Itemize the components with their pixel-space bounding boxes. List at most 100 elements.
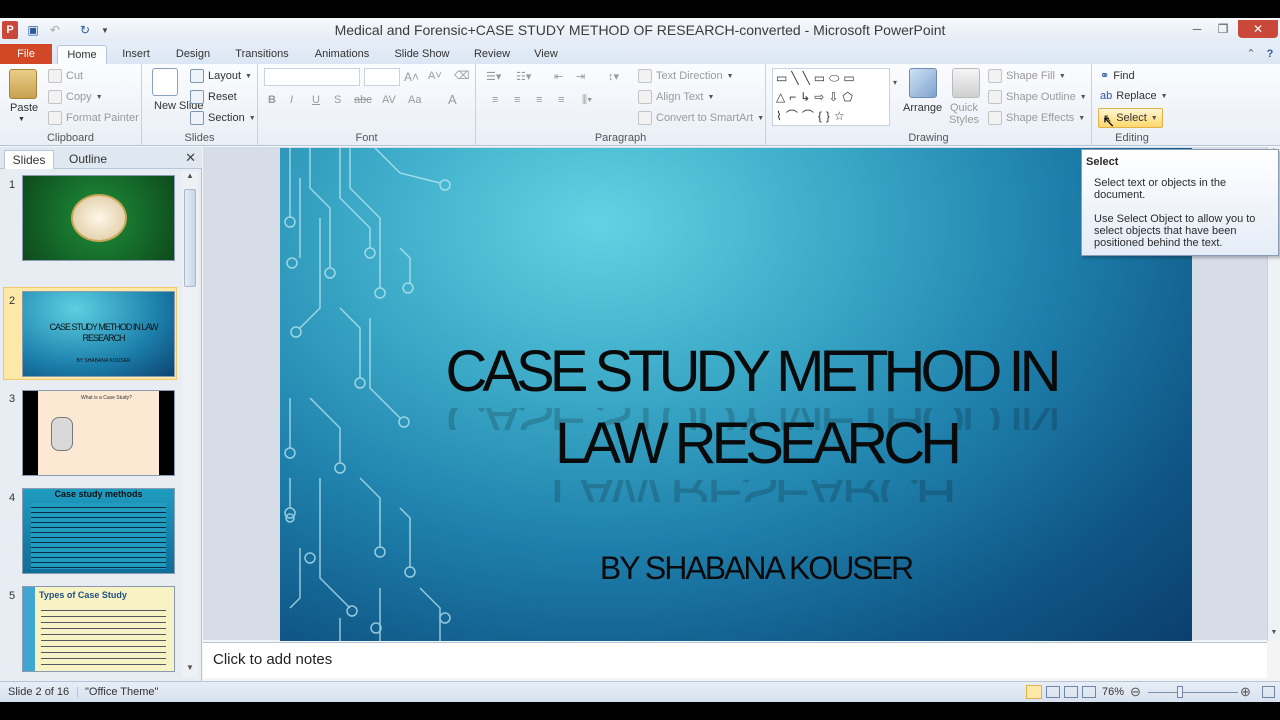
layout-label: Layout: [208, 70, 242, 82]
group-paragraph: ☰▾ ☷▾ ⇤ ⇥ ↕▾ ≡ ≡ ≡ ≡ ⫼▾ Text Direction ▼ …: [476, 64, 766, 146]
justify-icon[interactable]: ≡: [558, 94, 564, 106]
font-color-button[interactable]: A: [448, 92, 457, 107]
new-slide-icon[interactable]: [152, 68, 178, 96]
notes-pane[interactable]: Click to add notes: [203, 642, 1267, 678]
tab-animations[interactable]: Animations: [306, 45, 378, 64]
slides-pane-scrollbar[interactable]: ▲ ▼: [182, 171, 198, 677]
tab-file[interactable]: File: [0, 44, 52, 64]
shadow-button[interactable]: S: [334, 94, 341, 106]
quick-styles-icon[interactable]: [952, 68, 980, 98]
zoom-slider[interactable]: [1148, 692, 1238, 693]
line-spacing-icon[interactable]: ↕▾: [608, 70, 619, 83]
bullets-icon[interactable]: ☰▾: [486, 70, 501, 83]
arrange-button[interactable]: Arrange: [903, 102, 942, 114]
tab-insert[interactable]: Insert: [113, 45, 159, 64]
find-button[interactable]: ⚭ Find: [1100, 69, 1135, 83]
paste-dropdown-icon[interactable]: ▼: [18, 116, 25, 123]
slideshow-view-icon[interactable]: [1082, 686, 1096, 698]
underline-button[interactable]: U: [312, 94, 320, 106]
slide-thumb-1[interactable]: [22, 175, 175, 261]
normal-view-icon[interactable]: [1026, 685, 1042, 699]
group-drawing: ▭╲╲▭⬭▭ △⌐↳⇨⇩⬠ ⌇⌒⌒{}☆ ▾ Arrange Quick Style…: [766, 64, 1092, 146]
slide-thumb-2[interactable]: CASE STUDY METHOD IN LAW RESEARCH BY SHA…: [22, 291, 175, 377]
bold-button[interactable]: B: [268, 94, 276, 106]
current-slide[interactable]: CASE STUDY METHOD IN CASE STUDY METHOD I…: [280, 148, 1192, 641]
slide-sorter-icon[interactable]: [1046, 686, 1060, 698]
slide-thumb-3[interactable]: What is a Case Study?: [22, 390, 175, 476]
change-case-button[interactable]: Aa: [408, 94, 421, 106]
new-slide-button[interactable]: New Slide: [154, 101, 204, 112]
zoom-out-icon[interactable]: ⊖: [1130, 684, 1141, 700]
close-icon[interactable]: ✕: [1238, 20, 1278, 38]
theme-name[interactable]: "Office Theme": [85, 686, 158, 698]
zoom-level[interactable]: 76%: [1102, 686, 1124, 698]
slide-title[interactable]: CASE STUDY METHOD IN CASE STUDY METHOD I…: [280, 336, 1192, 502]
help-icon[interactable]: ?: [1262, 45, 1278, 64]
shape-fill-button[interactable]: Shape Fill ▼: [988, 69, 1066, 83]
scroll-up-icon[interactable]: ▲: [182, 171, 198, 185]
clipboard-label: Clipboard: [46, 132, 95, 144]
replace-button[interactable]: ab Replace ▼: [1100, 90, 1168, 102]
slide-subtitle[interactable]: BY SHABANA KOUSER: [280, 550, 1192, 587]
tab-slide-show[interactable]: Slide Show: [388, 45, 456, 64]
tab-review[interactable]: Review: [466, 45, 518, 64]
copy-button[interactable]: Copy ▼: [48, 90, 103, 104]
zoom-in-icon[interactable]: ⊕: [1240, 684, 1251, 700]
clear-formatting-icon[interactable]: ⌫: [454, 69, 470, 82]
text-direction-button[interactable]: Text Direction ▼: [638, 69, 734, 83]
shapes-gallery[interactable]: ▭╲╲▭⬭▭ △⌐↳⇨⇩⬠ ⌇⌒⌒{}☆: [772, 68, 890, 126]
minimize-icon[interactable]: ─: [1184, 20, 1210, 38]
arrange-icon[interactable]: [909, 68, 937, 98]
convert-smartart-button[interactable]: Convert to SmartArt ▼: [638, 111, 764, 125]
scroll-down-icon[interactable]: ▼: [182, 663, 198, 677]
strikethrough-button[interactable]: abc: [354, 94, 372, 106]
shape-effects-button[interactable]: Shape Effects ▼: [988, 111, 1085, 125]
quick-styles-button[interactable]: Quick Styles: [948, 102, 980, 126]
align-right-icon[interactable]: ≡: [536, 94, 542, 106]
decrease-indent-icon[interactable]: ⇤: [554, 70, 563, 83]
tab-transitions[interactable]: Transitions: [227, 45, 297, 64]
character-spacing-button[interactable]: AV: [382, 94, 396, 106]
fit-to-window-icon[interactable]: [1262, 686, 1275, 698]
minimize-ribbon-icon[interactable]: ⌃: [1244, 45, 1258, 64]
align-text-button[interactable]: Align Text ▼: [638, 90, 714, 104]
slide-thumb-4[interactable]: Case study methods: [22, 488, 175, 574]
close-pane-icon[interactable]: ✕: [185, 150, 196, 166]
font-group-label: Font: [355, 132, 378, 144]
increase-indent-icon[interactable]: ⇥: [576, 70, 585, 83]
tab-design[interactable]: Design: [167, 45, 219, 64]
text-direction-label: Text Direction: [656, 70, 723, 82]
layout-button[interactable]: Layout ▼: [190, 69, 252, 83]
shape-outline-button[interactable]: Shape Outline ▼: [988, 90, 1087, 104]
align-left-icon[interactable]: ≡: [492, 94, 498, 106]
scroll-down-icon[interactable]: ▼: [1268, 629, 1280, 641]
font-family-select[interactable]: [264, 68, 360, 86]
tab-outline-pane[interactable]: Outline: [58, 150, 118, 169]
shape-outline-label: Shape Outline: [1006, 91, 1076, 103]
slides-group-label: Slides: [184, 132, 215, 144]
font-size-select[interactable]: [364, 68, 400, 86]
scroll-thumb[interactable]: [184, 189, 196, 287]
restore-icon[interactable]: ❐: [1210, 20, 1236, 38]
section-button[interactable]: Section ▼: [190, 111, 256, 125]
reading-view-icon[interactable]: [1064, 686, 1078, 698]
tab-slides-pane[interactable]: Slides: [4, 150, 54, 169]
reset-button[interactable]: Reset: [190, 90, 237, 104]
italic-button[interactable]: I: [290, 94, 293, 106]
zoom-slider-thumb[interactable]: [1177, 686, 1183, 698]
tab-home[interactable]: Home: [57, 45, 107, 64]
slide-thumb-5[interactable]: Types of Case Study: [22, 586, 175, 672]
grow-font-icon[interactable]: A˄: [404, 70, 419, 84]
tab-view[interactable]: View: [526, 45, 566, 64]
paste-icon[interactable]: [9, 69, 37, 99]
numbering-icon[interactable]: ☷▾: [516, 70, 531, 83]
cut-button[interactable]: Cut: [48, 69, 83, 83]
format-painter-button[interactable]: Format Painter: [48, 111, 139, 125]
columns-icon[interactable]: ⫼▾: [582, 94, 592, 107]
align-center-icon[interactable]: ≡: [514, 94, 520, 106]
shapes-more-icon[interactable]: ▾: [893, 78, 897, 87]
tooltip-title: Select: [1086, 156, 1119, 168]
paste-button[interactable]: Paste: [10, 102, 38, 114]
scissors-icon: [48, 69, 62, 83]
shrink-font-icon[interactable]: A˅: [428, 70, 442, 82]
